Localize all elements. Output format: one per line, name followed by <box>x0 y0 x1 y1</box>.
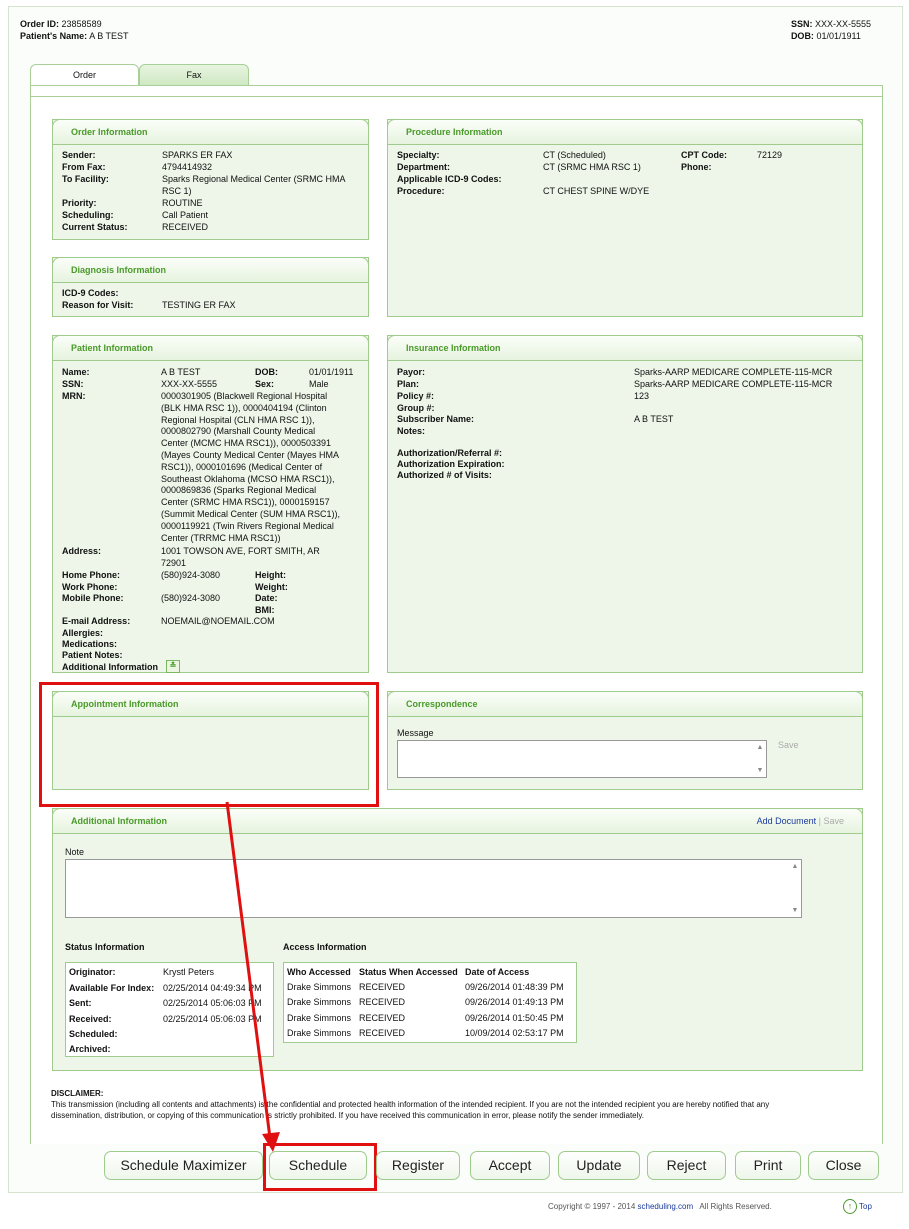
red-arrow <box>225 801 280 1152</box>
arrow-up-icon[interactable]: ↑ <box>843 1199 857 1214</box>
scheduling-link[interactable]: scheduling.com <box>638 1202 694 1211</box>
register-button[interactable]: Register <box>376 1151 460 1180</box>
top-link[interactable]: Top <box>859 1202 872 1211</box>
footer: Copyright © 1997 - 2014 scheduling.com A… <box>548 1202 772 1211</box>
accept-button[interactable]: Accept <box>470 1151 550 1180</box>
highlight-box-schedule <box>263 1143 377 1191</box>
reject-button[interactable]: Reject <box>647 1151 726 1180</box>
print-button[interactable]: Print <box>735 1151 801 1180</box>
close-button[interactable]: Close <box>808 1151 879 1180</box>
update-button[interactable]: Update <box>558 1151 640 1180</box>
schedule-maximizer-button[interactable]: Schedule Maximizer <box>104 1151 263 1180</box>
